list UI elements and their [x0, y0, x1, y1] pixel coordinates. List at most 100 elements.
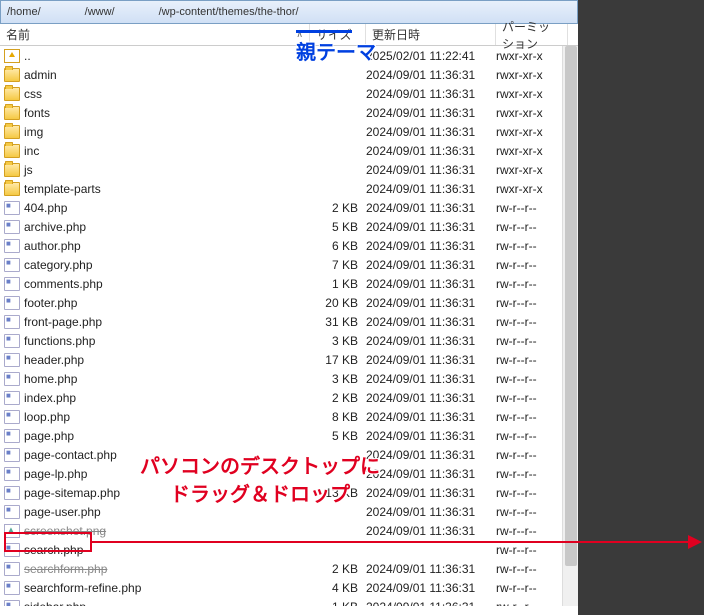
file-name: loop.php [24, 410, 70, 424]
php-icon [4, 391, 20, 405]
header-date-label: 更新日時 [372, 26, 420, 43]
file-date: 2024/09/01 11:36:31 [366, 391, 496, 405]
file-size: 5 KB [310, 220, 366, 234]
file-row[interactable]: search.phprw-r--r-- [0, 540, 578, 559]
file-row[interactable]: loop.php8 KB2024/09/01 11:36:31rw-r--r-- [0, 407, 578, 426]
file-name: inc [24, 144, 39, 158]
file-row[interactable]: page.php5 KB2024/09/01 11:36:31rw-r--r-- [0, 426, 578, 445]
file-date: 2024/09/01 11:36:31 [366, 372, 496, 386]
file-name: comments.php [24, 277, 103, 291]
php-icon [4, 543, 20, 557]
file-date: 2024/09/01 11:36:31 [366, 277, 496, 291]
file-row[interactable]: category.php7 KB2024/09/01 11:36:31rw-r-… [0, 255, 578, 274]
scrollbar[interactable] [562, 46, 578, 606]
file-row[interactable]: front-page.php31 KB2024/09/01 11:36:31rw… [0, 312, 578, 331]
file-perm: rw-r--r-- [496, 239, 568, 253]
file-date: 2024/09/01 11:36:31 [366, 581, 496, 595]
file-date: 2024/09/01 11:36:31 [366, 220, 496, 234]
file-date: 2024/09/01 11:36:31 [366, 562, 496, 576]
file-row[interactable]: admin2024/09/01 11:36:31rwxr-xr-x [0, 65, 578, 84]
php-icon [4, 562, 20, 576]
file-date: 2024/09/01 11:36:31 [366, 486, 496, 500]
file-date: 2024/09/01 11:36:31 [366, 201, 496, 215]
file-date: 2024/09/01 11:36:31 [366, 410, 496, 424]
folder-icon [4, 144, 20, 158]
file-row[interactable]: js2024/09/01 11:36:31rwxr-xr-x [0, 160, 578, 179]
file-name: index.php [24, 391, 76, 405]
file-name: screenshot.png [24, 524, 106, 538]
file-row[interactable]: screenshot.png2024/09/01 11:36:31rw-r--r… [0, 521, 578, 540]
file-row[interactable]: archive.php5 KB2024/09/01 11:36:31rw-r--… [0, 217, 578, 236]
file-row[interactable]: inc2024/09/01 11:36:31rwxr-xr-x [0, 141, 578, 160]
file-row[interactable]: fonts2024/09/01 11:36:31rwxr-xr-x [0, 103, 578, 122]
file-row[interactable]: header.php17 KB2024/09/01 11:36:31rw-r--… [0, 350, 578, 369]
file-list[interactable]: ..2025/02/01 11:22:41rwxr-xr-xadmin2024/… [0, 46, 578, 606]
php-icon [4, 334, 20, 348]
file-date: 2024/09/01 11:36:31 [366, 68, 496, 82]
file-date: 2024/09/01 11:36:31 [366, 163, 496, 177]
file-perm: rw-r--r-- [496, 220, 568, 234]
file-date: 2024/09/01 11:36:31 [366, 600, 496, 607]
file-name: fonts [24, 106, 50, 120]
file-perm: rw-r--r-- [496, 543, 568, 557]
file-row[interactable]: author.php6 KB2024/09/01 11:36:31rw-r--r… [0, 236, 578, 255]
header-perm[interactable]: パーミッション [496, 24, 568, 45]
file-perm: rwxr-xr-x [496, 106, 568, 120]
file-perm: rw-r--r-- [496, 600, 568, 607]
file-name: page-contact.php [24, 448, 117, 462]
file-row[interactable]: page-contact.php2024/09/01 11:36:31rw-r-… [0, 445, 578, 464]
file-name: home.php [24, 372, 77, 386]
file-row[interactable]: index.php 2 KB2024/09/01 11:36:31rw-r--r-… [0, 388, 578, 407]
folder-icon [4, 87, 20, 101]
file-size: 3 KB [310, 372, 366, 386]
file-date: 2024/09/01 11:36:31 [366, 429, 496, 443]
file-row[interactable]: page-user.php2024/09/01 11:36:31rw-r--r-… [0, 502, 578, 521]
file-row[interactable]: home.php3 KB2024/09/01 11:36:31rw-r--r-- [0, 369, 578, 388]
file-size: 4 KB [310, 581, 366, 595]
header-date[interactable]: 更新日時 [366, 24, 496, 45]
file-perm: rw-r--r-- [496, 467, 568, 481]
header-size-label: サイズ [316, 26, 352, 43]
file-row[interactable]: searchform.php2 KB2024/09/01 11:36:31rw-… [0, 559, 578, 578]
file-row[interactable]: 404.php2 KB2024/09/01 11:36:31rw-r--r-- [0, 198, 578, 217]
path-bar[interactable]: /home/ /www/ /wp-content/themes/the-thor… [0, 0, 578, 24]
file-row[interactable]: searchform-refine.php4 KB2024/09/01 11:3… [0, 578, 578, 597]
scrollbar-thumb[interactable] [565, 46, 577, 566]
file-name: searchform.php [24, 562, 107, 576]
folder-icon [4, 68, 20, 82]
file-row[interactable]: ..2025/02/01 11:22:41rwxr-xr-x [0, 46, 578, 65]
folder-icon [4, 125, 20, 139]
file-perm: rw-r--r-- [496, 486, 568, 500]
file-row[interactable]: page-sitemap.php13 KB2024/09/01 11:36:31… [0, 483, 578, 502]
file-row[interactable]: img2024/09/01 11:36:31rwxr-xr-x [0, 122, 578, 141]
file-size: 2 KB [310, 391, 366, 405]
file-perm: rwxr-xr-x [496, 144, 568, 158]
php-icon [4, 220, 20, 234]
file-row[interactable]: functions.php3 KB2024/09/01 11:36:31rw-r… [0, 331, 578, 350]
php-icon [4, 258, 20, 272]
file-perm: rw-r--r-- [496, 353, 568, 367]
path-segment: /home/ [7, 6, 41, 18]
file-date: 2024/09/01 11:36:31 [366, 296, 496, 310]
php-icon [4, 467, 20, 481]
header-size[interactable]: サイズ [310, 24, 366, 45]
path-segment: /www/ [85, 6, 115, 18]
php-icon [4, 277, 20, 291]
file-name: js [24, 163, 33, 177]
php-icon [4, 581, 20, 595]
php-icon [4, 201, 20, 215]
file-name: front-page.php [24, 315, 102, 329]
file-row[interactable]: sidebar.php1 KB2024/09/01 11:36:31rw-r--… [0, 597, 578, 606]
header-name[interactable]: 名前 ∧ [0, 24, 310, 45]
file-row[interactable]: page-lp.php2024/09/01 11:36:31rw-r--r-- [0, 464, 578, 483]
file-row[interactable]: footer.php20 KB2024/09/01 11:36:31rw-r--… [0, 293, 578, 312]
path-segment: /wp-content/themes/the-thor/ [159, 6, 299, 18]
file-row[interactable]: template-parts2024/09/01 11:36:31rwxr-xr… [0, 179, 578, 198]
file-row[interactable]: comments.php1 KB2024/09/01 11:36:31rw-r-… [0, 274, 578, 293]
file-row[interactable]: css2024/09/01 11:36:31rwxr-xr-x [0, 84, 578, 103]
file-name: page-sitemap.php [24, 486, 120, 500]
file-perm: rw-r--r-- [496, 391, 568, 405]
file-name: page-user.php [24, 505, 101, 519]
file-perm: rwxr-xr-x [496, 87, 568, 101]
file-date: 2024/09/01 11:36:31 [366, 353, 496, 367]
